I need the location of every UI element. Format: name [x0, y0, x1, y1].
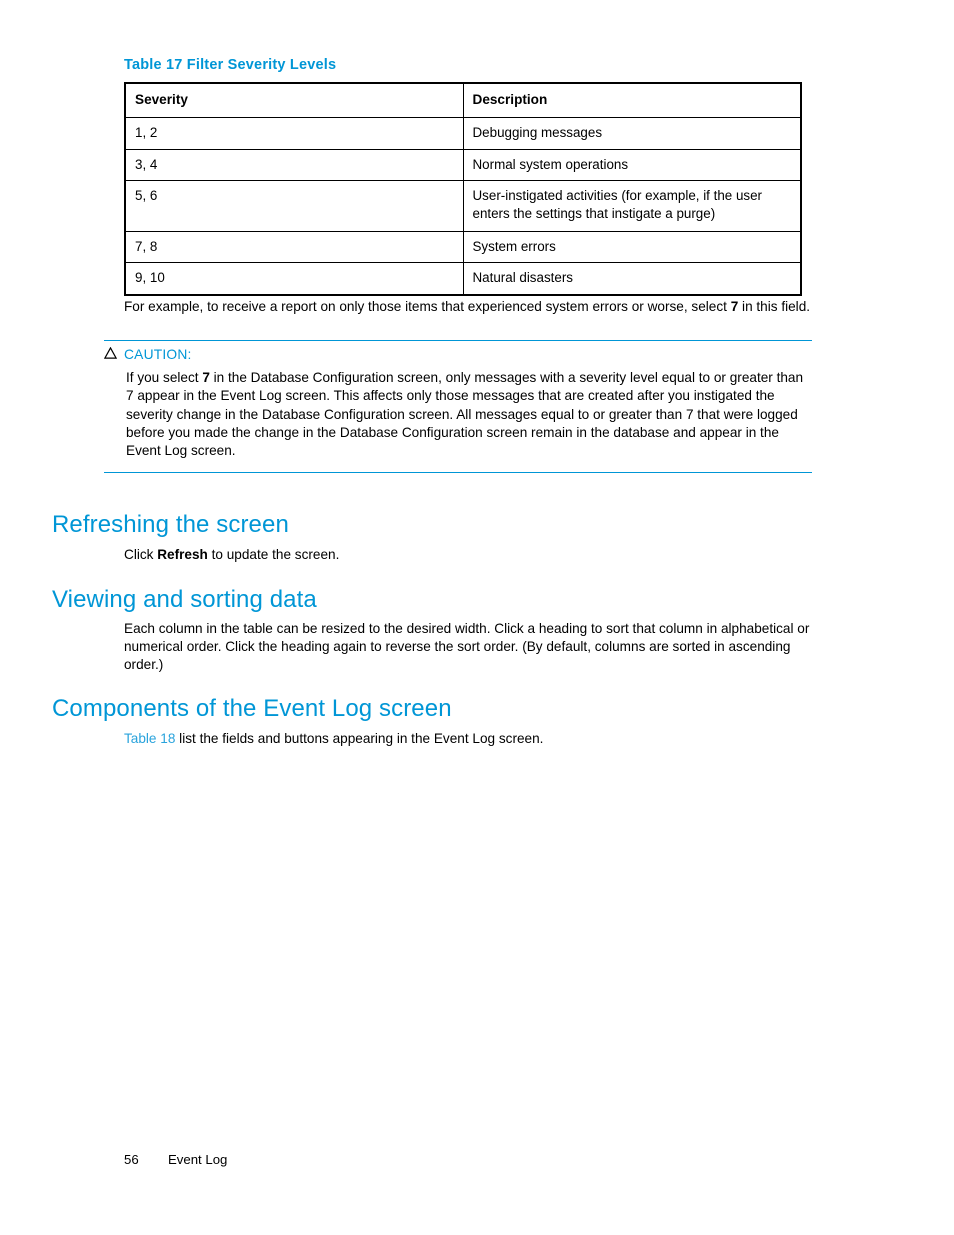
- paragraph-components-rest: list the fields and buttons appearing in…: [175, 730, 544, 746]
- table-row: 7, 8 System errors: [124, 230, 802, 264]
- caution-body-part2: in the Database Configuration screen, on…: [126, 370, 804, 459]
- cell-severity: 1, 2: [124, 116, 464, 150]
- filter-severity-levels-table: Severity Description 1, 2 Debugging mess…: [124, 82, 802, 297]
- cell-description-line: Natural disasters: [472, 270, 573, 286]
- cell-description: System errors: [462, 230, 802, 264]
- column-header-description: Description: [462, 82, 802, 118]
- cell-description-line: User-instigated activities (for example,…: [472, 188, 763, 204]
- heading-viewing-and-sorting-data: Viewing and sorting data: [52, 586, 317, 614]
- document-page: Table 17 Filter Severity Levels Severity…: [0, 0, 954, 1235]
- cell-severity: 9, 10: [124, 262, 464, 296]
- caution-header: CAUTION:: [103, 346, 812, 362]
- cell-description: User-instigated activities (for example,…: [462, 180, 802, 232]
- cell-description: Natural disasters: [462, 262, 802, 296]
- column-header-severity: Severity: [124, 82, 464, 118]
- cell-description-line: System errors: [472, 238, 556, 254]
- caution-top-rule: [104, 340, 812, 341]
- paragraph-refreshing-part1: Click: [124, 546, 158, 562]
- table-row: 3, 4 Normal system operations: [124, 148, 802, 182]
- cell-severity: 7, 8: [124, 230, 464, 264]
- paragraph-viewing-sorting: Each column in the table can be resized …: [124, 620, 810, 672]
- cell-description: Debugging messages: [462, 116, 802, 150]
- table-row: 9, 10 Natural disasters: [124, 262, 802, 296]
- caution-admonition: CAUTION: If you select 7 in the Database…: [103, 340, 812, 474]
- table-header-row: Severity Description: [124, 82, 802, 118]
- cell-description: Normal system operations: [462, 148, 802, 182]
- caution-body-part1: If you select: [126, 370, 203, 385]
- example-paragraph-part2: in this field.: [738, 298, 811, 314]
- page-footer: 56 Event Log: [124, 1152, 227, 1167]
- cell-description-line: enters the settings that instigate a pur…: [472, 206, 716, 221]
- cell-description-line: Debugging messages: [472, 124, 603, 140]
- example-paragraph-part1: For example, to receive a report on only…: [124, 298, 731, 314]
- table-17-container: Severity Description 1, 2 Debugging mess…: [124, 82, 802, 297]
- warning-triangle-icon: [103, 346, 118, 361]
- cell-description-line: Normal system operations: [472, 156, 629, 172]
- table-17-caption: Table 17 Filter Severity Levels: [124, 57, 337, 73]
- cross-reference-table-18[interactable]: Table 18: [124, 731, 175, 746]
- paragraph-refreshing-part2: to update the screen.: [207, 546, 340, 562]
- footer-page-number: 56: [124, 1152, 139, 1167]
- example-paragraph: For example, to receive a report on only…: [124, 298, 814, 316]
- table-row: 5, 6 User-instigated activities (for exa…: [124, 180, 802, 232]
- heading-components-of-event-log-screen: Components of the Event Log screen: [52, 695, 452, 723]
- caution-bottom-rule: [104, 472, 812, 474]
- heading-refreshing-the-screen: Refreshing the screen: [52, 511, 289, 539]
- caution-body-text: If you select 7 in the Database Configur…: [126, 369, 806, 460]
- footer-section-title: Event Log: [168, 1152, 228, 1167]
- paragraph-refreshing: Click Refresh to update the screen.: [124, 546, 744, 564]
- table-row: 1, 2 Debugging messages: [124, 116, 802, 150]
- cell-severity: 3, 4: [124, 148, 464, 182]
- cell-severity: 5, 6: [124, 180, 464, 232]
- paragraph-components: Table 18 list the fields and buttons app…: [124, 730, 824, 748]
- caution-body-emphasis: 7: [202, 370, 210, 385]
- caution-label: CAUTION:: [124, 347, 192, 362]
- refresh-button-reference: Refresh: [157, 546, 208, 562]
